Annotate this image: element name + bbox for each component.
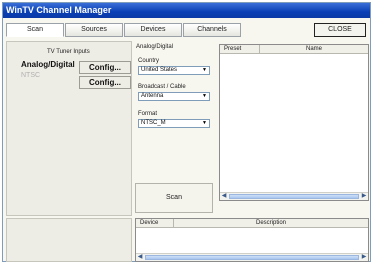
device-horizontal-scrollbar[interactable]: ◀ ▶: [136, 253, 368, 261]
country-value: United States: [141, 67, 178, 73]
app-window: WinTV Channel Manager Scan Sources Devic…: [2, 2, 371, 262]
column-preset[interactable]: Preset: [220, 45, 260, 53]
config-ntsc-button[interactable]: Config...: [79, 76, 131, 89]
scroll-right-icon[interactable]: ▶: [360, 193, 368, 200]
tab-channels[interactable]: Channels: [183, 23, 241, 37]
scrollbar-thumb[interactable]: [229, 194, 359, 199]
chevron-down-icon: ▼: [202, 120, 207, 126]
tab-sources[interactable]: Sources: [65, 23, 123, 37]
tab-bar: Scan Sources Devices Channels: [6, 23, 242, 37]
format-value: NTSC_M: [141, 120, 166, 126]
tab-devices[interactable]: Devices: [124, 23, 182, 37]
scroll-right-icon[interactable]: ▶: [360, 254, 368, 261]
column-name[interactable]: Name: [260, 45, 368, 53]
input-analog-digital[interactable]: Analog/Digital: [21, 60, 75, 69]
section-title: Analog/Digital: [136, 44, 174, 50]
scroll-left-icon[interactable]: ◀: [136, 254, 144, 261]
format-select[interactable]: NTSC_M ▼: [138, 119, 210, 128]
preset-list[interactable]: Preset Name ◀ ▶: [219, 44, 369, 201]
chevron-down-icon: ▼: [202, 93, 207, 99]
preset-horizontal-scrollbar[interactable]: ◀ ▶: [220, 192, 368, 200]
preset-list-header: Preset Name: [220, 45, 368, 54]
column-device[interactable]: Device: [136, 219, 174, 227]
device-list-header: Device Description: [136, 219, 368, 228]
chevron-down-icon: ▼: [202, 67, 207, 73]
scan-button[interactable]: Scan: [135, 183, 213, 213]
device-list[interactable]: Device Description ◀ ▶: [135, 218, 369, 262]
column-description[interactable]: Description: [174, 219, 368, 227]
config-analog-button[interactable]: Config...: [79, 61, 131, 74]
broadcast-value: Antenna: [141, 93, 164, 99]
window-title: WinTV Channel Manager: [3, 3, 370, 18]
tuner-inputs-panel: TV Tuner Inputs Analog/Digital NTSC Conf…: [6, 41, 132, 216]
format-label: Format: [138, 111, 158, 117]
broadcast-select[interactable]: Antenna ▼: [138, 92, 210, 101]
tab-scan[interactable]: Scan: [6, 23, 64, 37]
scroll-left-icon[interactable]: ◀: [220, 193, 228, 200]
country-select[interactable]: United States ▼: [138, 66, 210, 75]
country-label: Country: [138, 58, 160, 64]
scrollbar-thumb[interactable]: [145, 255, 359, 260]
input-ntsc[interactable]: NTSC: [21, 72, 40, 79]
broadcast-label: Broadcast / Cable: [138, 84, 186, 90]
bottom-left-panel: [6, 218, 132, 262]
close-button[interactable]: CLOSE: [314, 23, 366, 37]
tuner-inputs-title: TV Tuner Inputs: [47, 49, 90, 55]
